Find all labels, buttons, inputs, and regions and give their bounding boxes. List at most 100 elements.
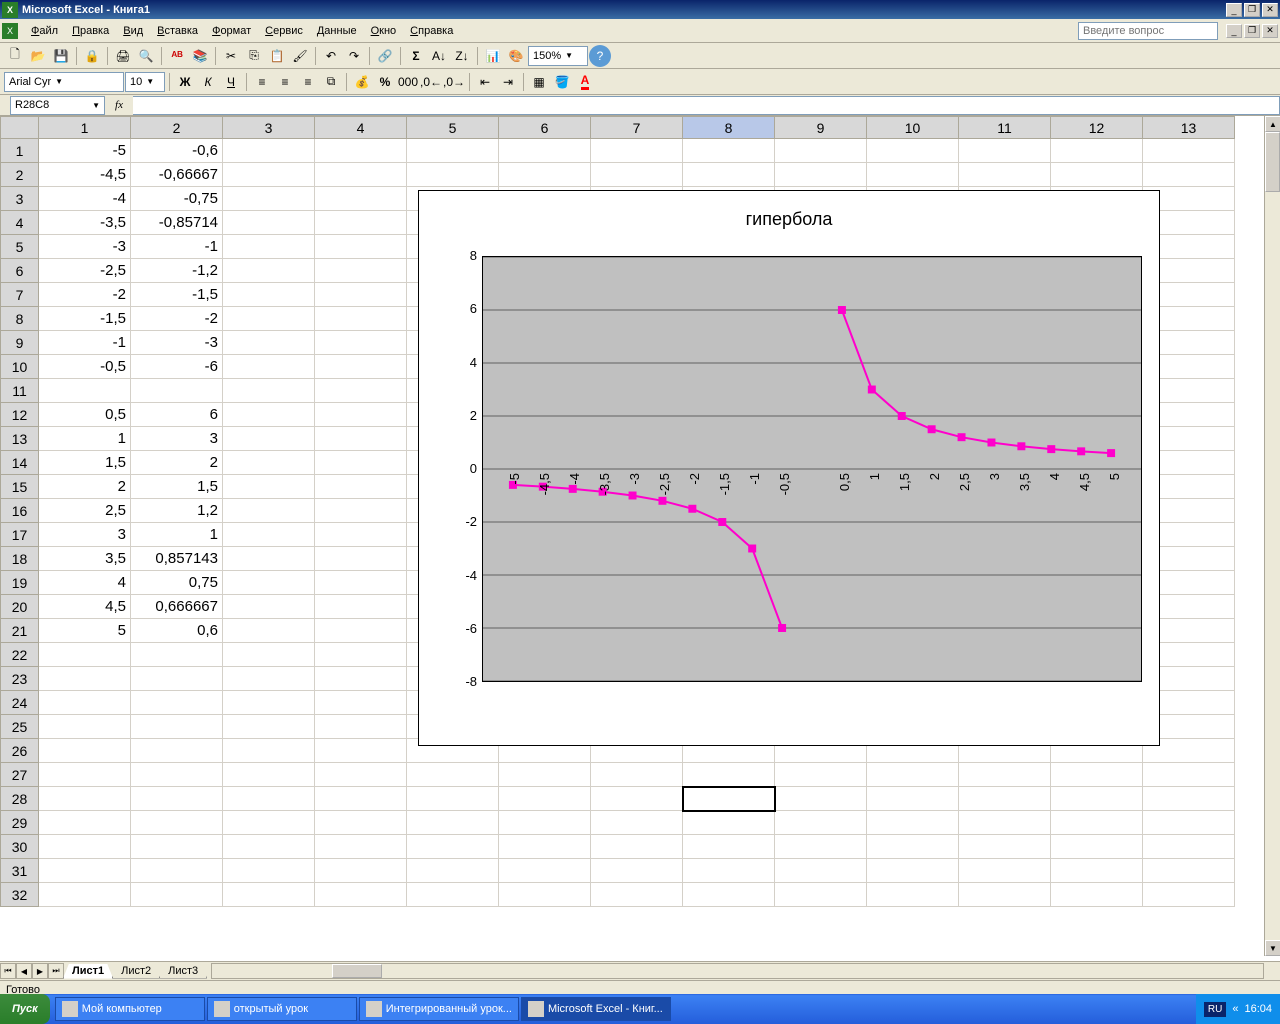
cell-r1c6[interactable]	[499, 139, 591, 163]
row-header-20[interactable]: 20	[1, 595, 39, 619]
merge-center-button[interactable]: ⧉	[320, 71, 342, 93]
cell-r27c3[interactable]	[223, 763, 315, 787]
cell-r4c1[interactable]: -3,5	[39, 211, 131, 235]
cell-r31c9[interactable]	[775, 859, 867, 883]
cell-r31c10[interactable]	[867, 859, 959, 883]
cell-r14c2[interactable]: 2	[131, 451, 223, 475]
menu-Формат[interactable]: Формат	[205, 22, 258, 40]
row-header-18[interactable]: 18	[1, 547, 39, 571]
cell-r19c4[interactable]	[315, 571, 407, 595]
cell-r32c3[interactable]	[223, 883, 315, 907]
cell-r31c11[interactable]	[959, 859, 1051, 883]
cell-r22c2[interactable]	[131, 643, 223, 667]
cell-r12c1[interactable]: 0,5	[39, 403, 131, 427]
cell-r28c7[interactable]	[591, 787, 683, 811]
cell-r7c2[interactable]: -1,5	[131, 283, 223, 307]
cell-r27c9[interactable]	[775, 763, 867, 787]
font-size-combo[interactable]: 10▼	[125, 72, 165, 92]
cell-r6c4[interactable]	[315, 259, 407, 283]
col-header-8[interactable]: 8	[683, 117, 775, 139]
col-header-10[interactable]: 10	[867, 117, 959, 139]
cell-r28c6[interactable]	[499, 787, 591, 811]
cell-r26c4[interactable]	[315, 739, 407, 763]
cell-r32c8[interactable]	[683, 883, 775, 907]
row-header-14[interactable]: 14	[1, 451, 39, 475]
cell-r27c2[interactable]	[131, 763, 223, 787]
cell-r27c10[interactable]	[867, 763, 959, 787]
cell-r19c2[interactable]: 0,75	[131, 571, 223, 595]
cell-r2c3[interactable]	[223, 163, 315, 187]
cell-r2c11[interactable]	[959, 163, 1051, 187]
menu-Справка[interactable]: Справка	[403, 22, 460, 40]
cell-r2c7[interactable]	[591, 163, 683, 187]
col-header-4[interactable]: 4	[315, 117, 407, 139]
cell-r30c11[interactable]	[959, 835, 1051, 859]
cell-r2c8[interactable]	[683, 163, 775, 187]
cell-r28c9[interactable]	[775, 787, 867, 811]
cell-r8c4[interactable]	[315, 307, 407, 331]
cell-r25c2[interactable]	[131, 715, 223, 739]
sheet-tab-Лист1[interactable]: Лист1	[63, 964, 113, 979]
cell-r18c4[interactable]	[315, 547, 407, 571]
cell-r15c3[interactable]	[223, 475, 315, 499]
cell-r5c2[interactable]: -1	[131, 235, 223, 259]
cell-r27c7[interactable]	[591, 763, 683, 787]
col-header-5[interactable]: 5	[407, 117, 499, 139]
cell-r9c3[interactable]	[223, 331, 315, 355]
cell-r21c1[interactable]: 5	[39, 619, 131, 643]
close-button[interactable]: ✕	[1262, 3, 1278, 17]
cell-r32c13[interactable]	[1143, 883, 1235, 907]
save-button[interactable]: 💾	[50, 45, 72, 67]
menu-Данные[interactable]: Данные	[310, 22, 364, 40]
row-header-8[interactable]: 8	[1, 307, 39, 331]
cell-r13c3[interactable]	[223, 427, 315, 451]
cell-r30c12[interactable]	[1051, 835, 1143, 859]
cell-r31c13[interactable]	[1143, 859, 1235, 883]
language-indicator[interactable]: RU	[1204, 1002, 1226, 1017]
cell-r32c2[interactable]	[131, 883, 223, 907]
cell-r31c7[interactable]	[591, 859, 683, 883]
col-header-12[interactable]: 12	[1051, 117, 1143, 139]
cell-r32c7[interactable]	[591, 883, 683, 907]
cell-r1c9[interactable]	[775, 139, 867, 163]
row-header-3[interactable]: 3	[1, 187, 39, 211]
cell-r12c2[interactable]: 6	[131, 403, 223, 427]
new-button[interactable]: 🗋	[4, 45, 26, 67]
cell-r1c12[interactable]	[1051, 139, 1143, 163]
task-item[interactable]: открытый урок	[207, 997, 357, 1021]
sort-desc-button[interactable]: Z↓	[451, 45, 473, 67]
cell-r5c3[interactable]	[223, 235, 315, 259]
cell-r3c3[interactable]	[223, 187, 315, 211]
cell-r13c1[interactable]: 1	[39, 427, 131, 451]
cell-r30c3[interactable]	[223, 835, 315, 859]
zoom-combo[interactable]: 150%▼	[528, 46, 588, 66]
cell-r25c4[interactable]	[315, 715, 407, 739]
cell-r20c1[interactable]: 4,5	[39, 595, 131, 619]
cell-r27c1[interactable]	[39, 763, 131, 787]
cell-r30c7[interactable]	[591, 835, 683, 859]
align-left-button[interactable]: ≡	[251, 71, 273, 93]
cell-r1c10[interactable]	[867, 139, 959, 163]
cell-r31c6[interactable]	[499, 859, 591, 883]
cell-r5c4[interactable]	[315, 235, 407, 259]
embedded-chart[interactable]: гипербола -8-6-4-202468 -5-4,5-4-3,5-3-2…	[418, 190, 1160, 746]
cell-r28c5[interactable]	[407, 787, 499, 811]
cell-r32c4[interactable]	[315, 883, 407, 907]
col-header-6[interactable]: 6	[499, 117, 591, 139]
minimize-button[interactable]: _	[1226, 3, 1242, 17]
font-color-button[interactable]: A	[574, 71, 596, 93]
row-header-6[interactable]: 6	[1, 259, 39, 283]
cell-r27c11[interactable]	[959, 763, 1051, 787]
row-header-26[interactable]: 26	[1, 739, 39, 763]
tray-expand-icon[interactable]: «	[1232, 1003, 1238, 1015]
cell-r3c1[interactable]: -4	[39, 187, 131, 211]
comma-button[interactable]: 000	[397, 71, 419, 93]
cell-r13c4[interactable]	[315, 427, 407, 451]
cell-r8c1[interactable]: -1,5	[39, 307, 131, 331]
cell-r10c2[interactable]: -6	[131, 355, 223, 379]
cell-r31c4[interactable]	[315, 859, 407, 883]
cell-r4c3[interactable]	[223, 211, 315, 235]
cell-r16c2[interactable]: 1,2	[131, 499, 223, 523]
cell-r30c6[interactable]	[499, 835, 591, 859]
task-item[interactable]: Microsoft Excel - Книг...	[521, 997, 671, 1021]
